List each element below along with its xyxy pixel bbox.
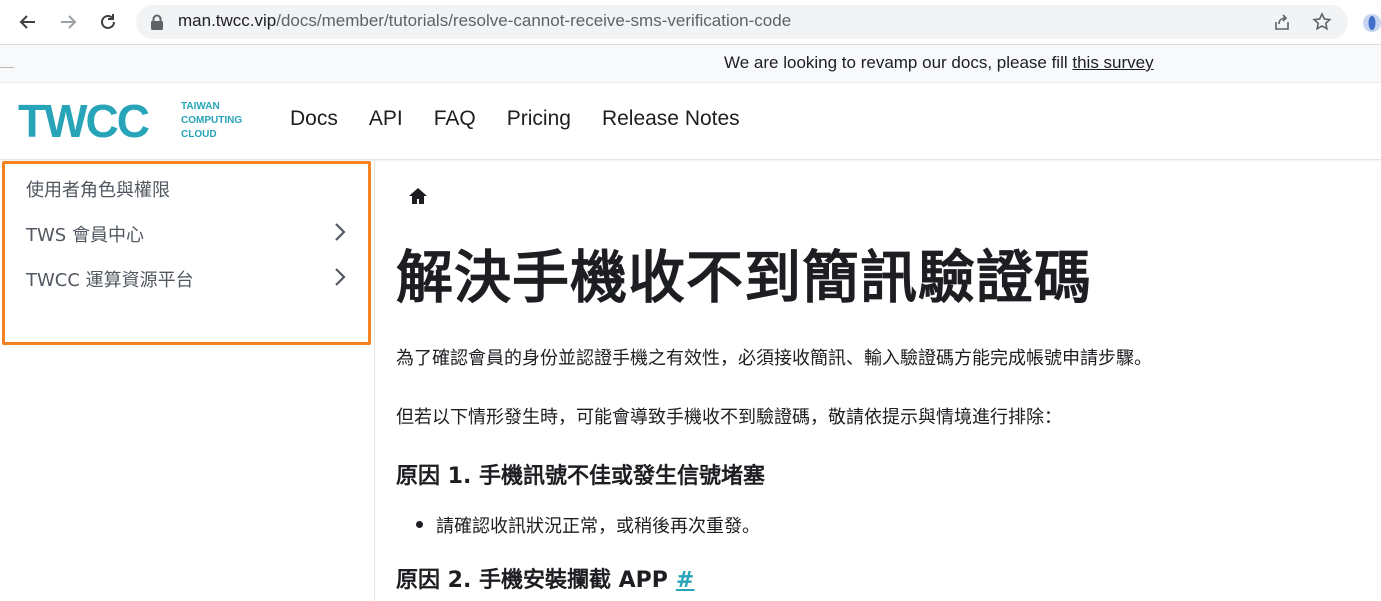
logo-sub-line: TAIWAN	[181, 101, 220, 112]
section-heading: 原因 2. 手機安裝攔截 APP #	[396, 562, 694, 594]
share-icon[interactable]	[1272, 12, 1292, 32]
logo-subtitle: TAIWAN COMPUTING CLOUD	[181, 100, 242, 142]
logo-sub-line: CLOUD	[181, 129, 217, 140]
page-title: 解決手機收不到簡訊驗證碼	[396, 245, 1092, 311]
sidebar-item-tws-member-center[interactable]: TWS 會員中心	[26, 221, 144, 247]
nav-api[interactable]: API	[369, 107, 403, 131]
survey-link[interactable]: this survey	[1072, 53, 1153, 72]
bookmark-star-icon[interactable]	[1312, 12, 1332, 32]
reload-icon	[101, 14, 115, 29]
browser-toolbar: man.twcc.vip/docs/member/tutorials/resol…	[0, 0, 1381, 45]
chevron-right-icon[interactable]	[332, 266, 348, 288]
address-bar[interactable]: man.twcc.vip/docs/member/tutorials/resol…	[136, 5, 1348, 39]
back-button[interactable]	[13, 7, 43, 37]
chevron-right-icon[interactable]	[332, 221, 348, 243]
extension-icon[interactable]	[1361, 12, 1381, 34]
home-icon[interactable]	[408, 186, 428, 206]
url-path: /docs/member/tutorials/resolve-cannot-re…	[276, 11, 792, 30]
nav-links: Docs API FAQ Pricing Release Notes	[290, 107, 740, 131]
forward-button[interactable]	[53, 7, 83, 37]
announcement-bar: We are looking to revamp our docs, pleas…	[0, 45, 1381, 83]
lock-icon	[151, 14, 163, 30]
sidebar-item-user-roles[interactable]: 使用者角色與權限	[26, 176, 170, 202]
url-domain: man.twcc.vip	[178, 11, 277, 30]
divider	[0, 67, 14, 68]
nav-pricing[interactable]: Pricing	[507, 107, 571, 131]
section-heading: 原因 1. 手機訊號不佳或發生信號堵塞	[396, 464, 765, 489]
arrow-left-icon	[19, 15, 35, 29]
docs-sidebar: 使用者角色與權限 TWS 會員中心 TWCC 運算資源平台	[0, 160, 375, 601]
reload-button[interactable]	[93, 7, 123, 37]
url-text: man.twcc.vip/docs/member/tutorials/resol…	[178, 11, 791, 31]
list-item: 請確認收訊狀況正常，或稍後再次重發。	[436, 516, 760, 537]
logo-sub-line: COMPUTING	[181, 115, 243, 126]
logo-word: TWCC	[18, 95, 150, 147]
sidebar-item-twcc-platform[interactable]: TWCC 運算資源平台	[26, 266, 194, 292]
intro-paragraph: 但若以下情形發生時，可能會導致手機收不到驗證碼，敬請依提示與情境進行排除：	[396, 407, 1062, 428]
top-navbar: TWCC TAIWAN COMPUTING CLOUD Docs API FAQ…	[0, 83, 1381, 160]
announcement-text: We are looking to revamp our docs, pleas…	[724, 53, 1154, 73]
arrow-right-icon	[61, 15, 77, 29]
nav-faq[interactable]: FAQ	[434, 107, 476, 131]
bullet-dot	[416, 521, 423, 528]
section-heading-text: 原因 2. 手機安裝攔截 APP	[396, 568, 668, 593]
nav-docs[interactable]: Docs	[290, 107, 338, 131]
heading-anchor-link[interactable]: #	[676, 568, 694, 593]
nav-release-notes[interactable]: Release Notes	[602, 107, 740, 131]
intro-paragraph: 為了確認會員的身份並認證手機之有效性，必須接收簡訊、輸入驗證碼方能完成帳號申請步…	[396, 348, 1152, 369]
announcement-message: We are looking to revamp our docs, pleas…	[724, 53, 1073, 72]
twcc-logo[interactable]: TWCC TAIWAN COMPUTING CLOUD	[18, 97, 258, 145]
